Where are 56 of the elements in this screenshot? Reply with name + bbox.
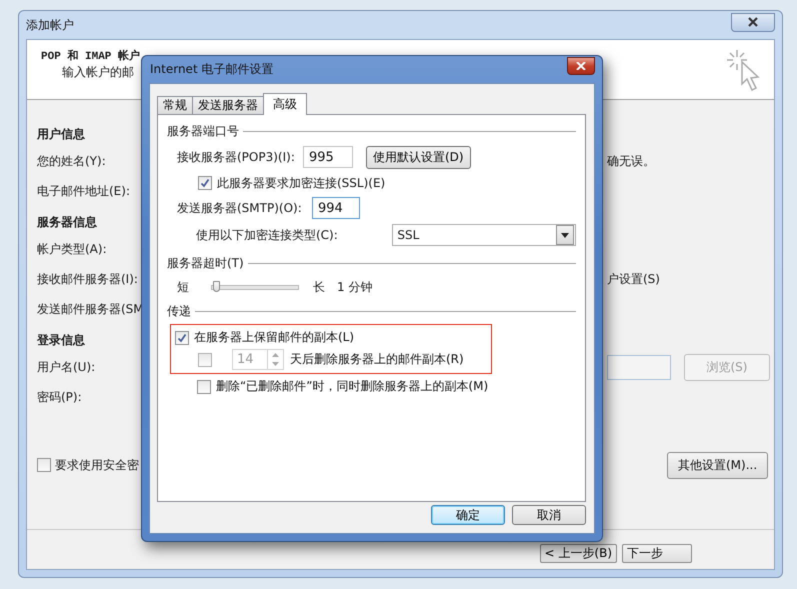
section-heading: 传递 (167, 302, 191, 320)
tab[interactable]: 高级 (263, 93, 307, 115)
window-title: 添加帐户 (26, 16, 74, 34)
close-icon (576, 62, 586, 70)
nav-button[interactable]: < 上一步(B) (540, 544, 617, 563)
close-button[interactable] (567, 56, 595, 74)
timeout-reading: 1 分钟 (337, 278, 372, 296)
default-settings-button[interactable]: 使用默认设置(D) (366, 146, 471, 168)
check-icon (177, 332, 187, 342)
label-text: 户设置(S) (607, 270, 660, 288)
field-label: 您的姓名(Y): (37, 152, 106, 170)
down-arrow-icon (272, 362, 279, 366)
up-arrow-icon (272, 352, 279, 357)
slider-min-label: 短 (177, 278, 189, 296)
checkbox-label: 要求使用安全密 (55, 456, 139, 474)
dropdown-arrow-icon (561, 232, 569, 238)
checkbox-label: 在服务器上保留邮件的副本(L) (194, 329, 354, 346)
section-heading: 服务器端口号 (167, 122, 239, 140)
slider-thumb[interactable] (213, 280, 220, 292)
close-icon (747, 17, 759, 27)
field-label: 用户名(U): (37, 358, 96, 376)
header-subtitle: 输入帐户的邮 (62, 64, 134, 81)
dialog-title: Internet 电子邮件设置 (149, 61, 274, 78)
option-label: 天后删除服务器上的邮件副本(R) (290, 351, 464, 368)
cancel-button[interactable]: 取消 (512, 504, 586, 524)
tab[interactable]: 发送服务器 (192, 96, 264, 114)
check-icon (200, 178, 210, 188)
field-label: 使用以下加密连接类型(C): (196, 226, 339, 244)
field-label: 接收邮件服务器(I): (37, 270, 138, 288)
checkbox[interactable] (198, 176, 212, 190)
cursor-sparkle-icon (726, 48, 762, 92)
port-field[interactable]: 994 (312, 197, 360, 219)
slider-max-label: 长 (313, 278, 325, 296)
field-label: 电子邮件地址(E): (37, 182, 130, 200)
input-field[interactable] (607, 354, 671, 380)
field-label: 发送服务器(SMTP)(O): (177, 200, 303, 216)
header-title: POP 和 IMAP 帐户 (41, 48, 140, 63)
checkbox-label: 此服务器要求加密连接(SSL)(E) (217, 174, 386, 192)
section-heading: 用户信息 (37, 126, 85, 142)
more-settings-button[interactable]: 其他设置(M)... (667, 452, 768, 478)
tab[interactable]: 常规 (157, 96, 193, 114)
field-label: 密码(P): (37, 388, 82, 406)
field-label: 接收服务器(POP3)(I): (177, 148, 296, 166)
close-button[interactable] (731, 12, 775, 32)
nav-button[interactable]: 下一步 (622, 544, 692, 563)
checkbox-label: 删除“已删除邮件”时，同时删除服务器上的副本(M) (216, 378, 488, 395)
section-heading: 服务器信息 (37, 214, 97, 230)
checkbox[interactable] (37, 458, 51, 472)
ok-button[interactable]: 确定 (431, 504, 505, 524)
section-heading: 登录信息 (37, 332, 85, 348)
label-text: 确无误。 (607, 152, 655, 170)
field-label: 帐户类型(A): (37, 240, 107, 258)
section-heading: 服务器超时(T) (167, 254, 244, 272)
port-field[interactable]: 995 (303, 146, 353, 168)
checkbox[interactable] (197, 380, 211, 394)
encryption-dropdown[interactable]: SSL (392, 224, 576, 246)
